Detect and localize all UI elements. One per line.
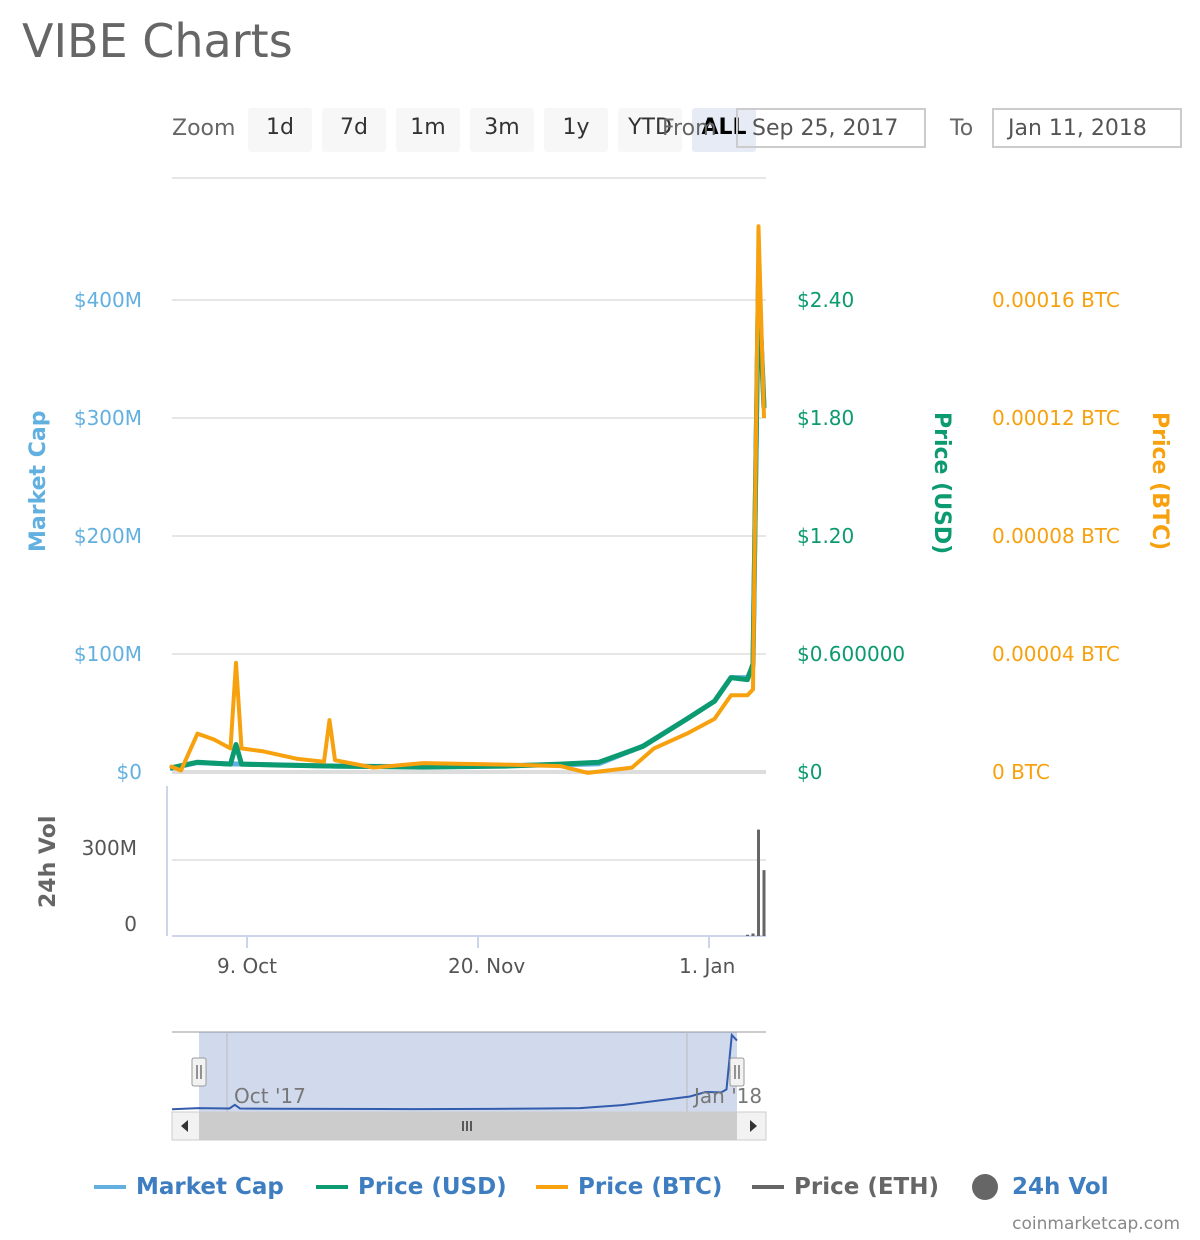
volume-bar bbox=[757, 829, 760, 936]
volume-tick: 0 bbox=[124, 912, 137, 936]
price-usd-tick: $0.600000 bbox=[797, 642, 906, 666]
legend-label: Price (ETH) bbox=[794, 1174, 939, 1200]
navigator-label: Oct '17 bbox=[234, 1084, 306, 1108]
price-usd-tick: $1.20 bbox=[797, 524, 855, 548]
price-usd-tick: $1.80 bbox=[797, 406, 855, 430]
price-btc-tick: 0.00016 BTC bbox=[992, 288, 1120, 312]
x-tick-label: 1. Jan bbox=[679, 954, 736, 978]
navigator-handle[interactable] bbox=[191, 1057, 207, 1087]
market-cap-tick: $100M bbox=[73, 642, 142, 666]
volume-bar bbox=[751, 933, 755, 936]
legend-market-cap[interactable]: Market Cap bbox=[94, 1174, 284, 1200]
series-line-market-cap bbox=[169, 273, 767, 771]
legend-label: Price (USD) bbox=[358, 1174, 507, 1200]
price-usd-tick: $0 bbox=[797, 760, 823, 784]
market-cap-tick: $300M bbox=[73, 406, 142, 430]
scrollbar-thumb[interactable] bbox=[199, 1112, 737, 1140]
volume-bar bbox=[762, 870, 766, 936]
series-line-price-btc- bbox=[169, 224, 766, 775]
price-btc-tick: 0.00012 BTC bbox=[992, 406, 1120, 430]
price-usd-axis-title: Price (USD) bbox=[929, 412, 954, 555]
volume-tick: 300M bbox=[81, 836, 137, 860]
series-line-price-usd- bbox=[169, 277, 767, 771]
legend-label: Price (BTC) bbox=[578, 1174, 723, 1200]
legend-label: 24h Vol bbox=[1012, 1174, 1109, 1200]
price-btc-tick: 0.00008 BTC bbox=[992, 524, 1120, 548]
market-cap-axis-title: Market Cap bbox=[26, 410, 51, 552]
price-usd-tick: $2.40 bbox=[797, 288, 855, 312]
volume-axis-title: 24h Vol bbox=[36, 815, 61, 908]
price-btc-axis-title: Price (BTC) bbox=[1147, 412, 1172, 551]
legend-price-usd[interactable]: Price (USD) bbox=[316, 1174, 507, 1200]
credit-link[interactable]: coinmarketcap.com bbox=[1012, 1214, 1180, 1234]
volume-bar bbox=[746, 934, 749, 936]
legend-24h-vol[interactable]: 24h Vol bbox=[972, 1174, 1109, 1200]
market-cap-tick: $400M bbox=[73, 288, 142, 312]
legend-label: Market Cap bbox=[136, 1174, 284, 1200]
navigator-label: Jan '18 bbox=[694, 1084, 763, 1108]
navigator-handle[interactable] bbox=[729, 1057, 745, 1087]
price-btc-tick: 0 BTC bbox=[992, 760, 1050, 784]
market-cap-tick: $200M bbox=[73, 524, 142, 548]
x-tick-label: 9. Oct bbox=[217, 954, 278, 978]
market-cap-tick: $0 bbox=[116, 760, 142, 784]
price-chart bbox=[166, 177, 767, 1141]
x-tick-label: 20. Nov bbox=[448, 954, 526, 978]
legend-price-btc[interactable]: Price (BTC) bbox=[536, 1174, 722, 1200]
legend-price-eth[interactable]: Price (ETH) bbox=[752, 1174, 939, 1200]
price-btc-tick: 0.00004 BTC bbox=[992, 642, 1120, 666]
